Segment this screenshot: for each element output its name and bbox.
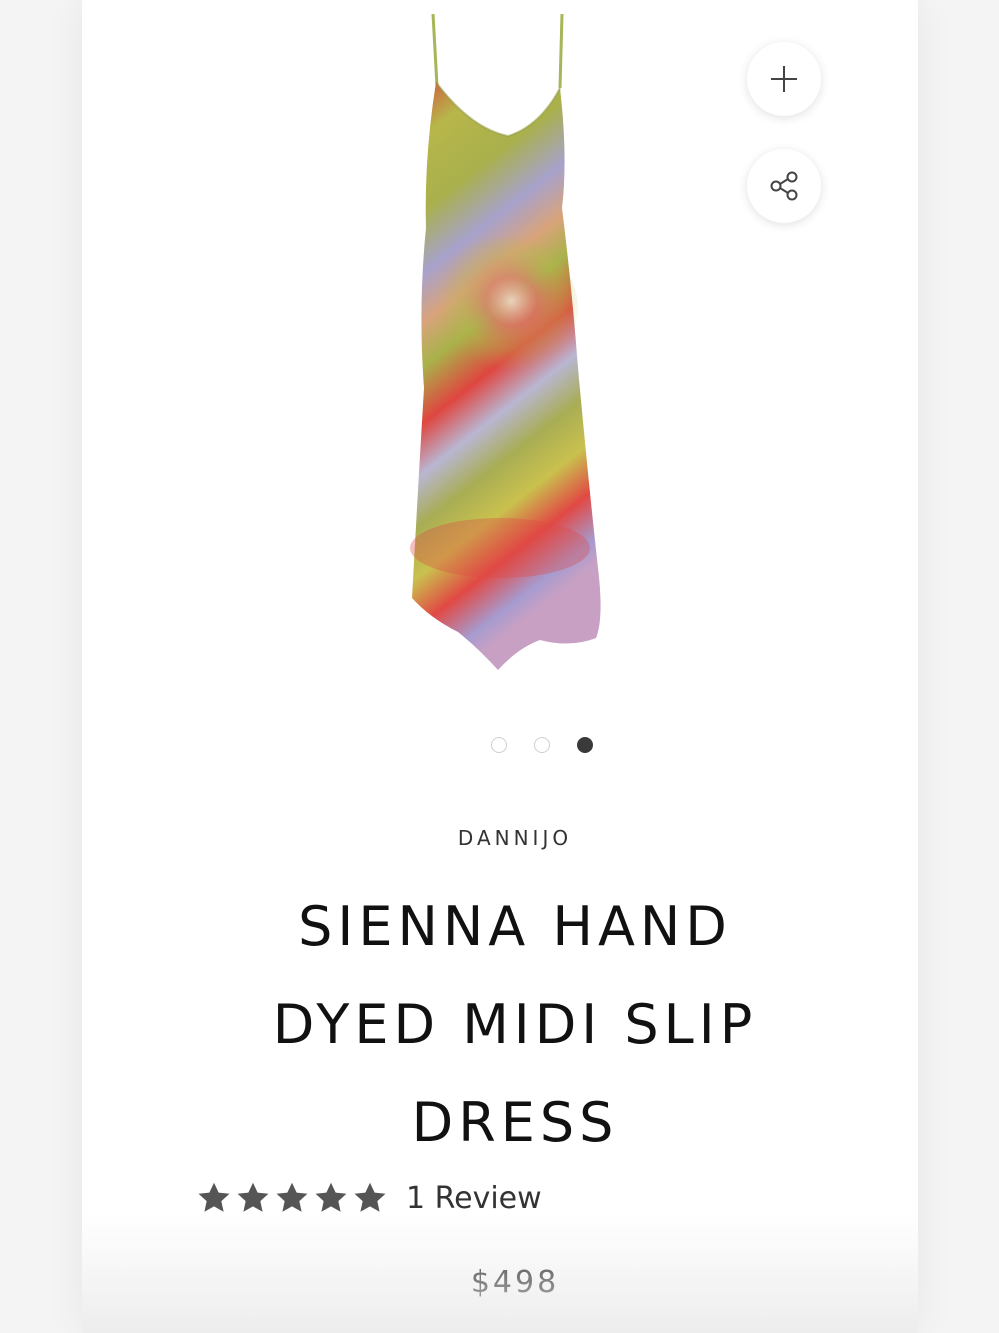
star-icon bbox=[354, 1182, 386, 1212]
gallery-dot-2[interactable] bbox=[534, 737, 550, 753]
star-icon bbox=[276, 1182, 308, 1212]
star-icon bbox=[237, 1182, 269, 1212]
gallery-dot-1[interactable] bbox=[491, 737, 507, 753]
reviews-link[interactable]: 1 Review bbox=[406, 1181, 542, 1216]
plus-icon bbox=[771, 66, 797, 92]
share-icon bbox=[770, 171, 798, 201]
rating-summary[interactable]: 1 Review bbox=[196, 1176, 542, 1220]
share-button[interactable] bbox=[747, 149, 821, 223]
add-to-wishlist-button[interactable] bbox=[747, 42, 821, 116]
product-price: $498 bbox=[470, 1265, 560, 1300]
star-icon bbox=[315, 1182, 347, 1212]
product-title: SIENNA HAND DYED MIDI SLIP DRESS bbox=[272, 895, 758, 1154]
star-rating bbox=[196, 1180, 388, 1216]
star-icon bbox=[198, 1182, 230, 1212]
brand-name[interactable]: DANNIJO bbox=[97, 826, 918, 850]
gallery-pagination bbox=[124, 737, 918, 753]
product-image[interactable] bbox=[400, 8, 610, 678]
product-page: DANNIJO SIENNA HAND DYED MIDI SLIP DRESS… bbox=[82, 0, 918, 1333]
gallery-dot-3[interactable] bbox=[577, 737, 593, 753]
product-gallery[interactable] bbox=[82, 0, 918, 700]
